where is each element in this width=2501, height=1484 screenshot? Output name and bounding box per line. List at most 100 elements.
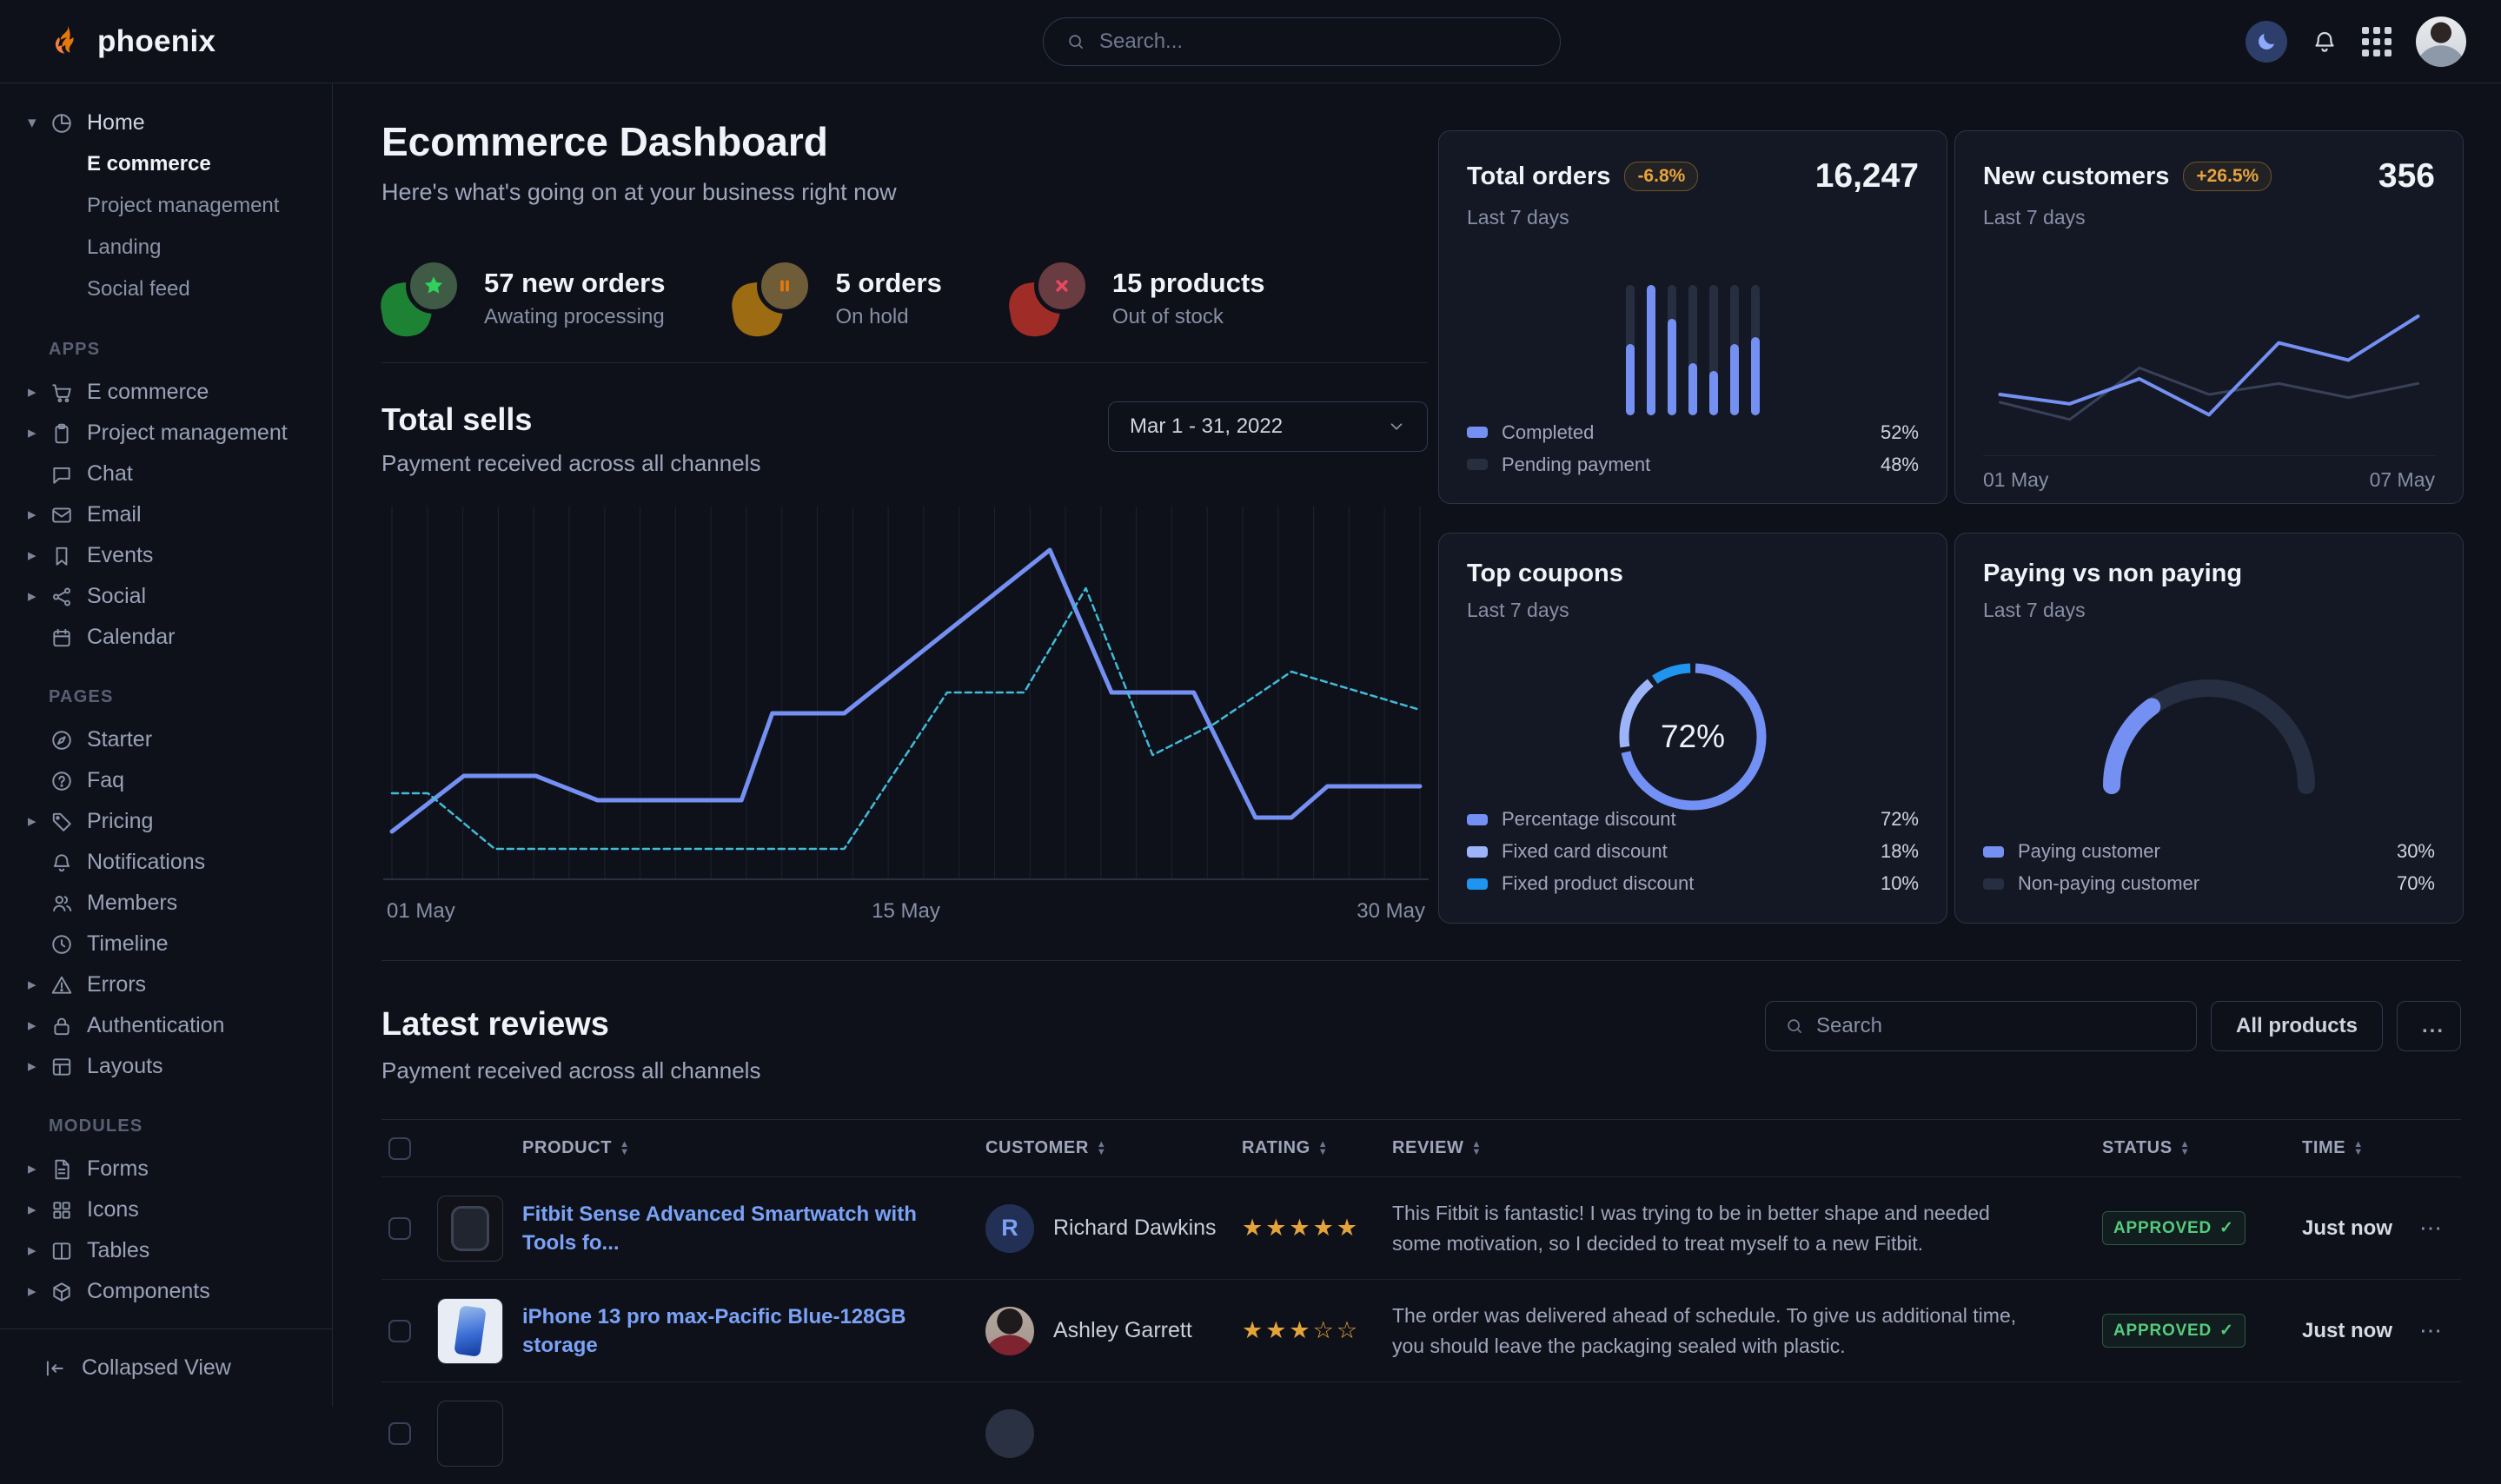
customer-cell: Ashley Garrett <box>985 1307 1242 1355</box>
product-thumbnail[interactable] <box>437 1401 503 1467</box>
sidebar-item-starter[interactable]: Starter <box>0 719 332 760</box>
legend-row: Fixed card discount 18% <box>1467 836 1919 868</box>
sidebar-item-pricing[interactable]: ▸ Pricing <box>0 801 332 842</box>
stat-orders-on-hold: 5 orders On hold <box>733 258 941 338</box>
sidebar-item-tables[interactable]: ▸ Tables <box>0 1230 332 1271</box>
delta-badge: +26.5% <box>2183 162 2272 191</box>
legend-label: Percentage discount <box>1502 808 1676 831</box>
brand-logo[interactable]: phoenix <box>47 0 216 83</box>
reviews-search[interactable] <box>1765 1001 2197 1051</box>
product-link[interactable]: Fitbit Sense Advanced Smartwatch with To… <box>522 1200 985 1257</box>
sidebar-subitem-social-feed[interactable]: Social feed <box>0 268 332 310</box>
sidebar-item-authentication[interactable]: ▸ Authentication <box>0 1005 332 1046</box>
sidebar-item-home[interactable]: ▾ Home <box>0 103 332 143</box>
chevron-down-icon <box>1387 417 1406 436</box>
chat-bubble-icon <box>50 463 87 486</box>
donut-center-value: 72% <box>1601 645 1785 829</box>
sidebar-item-faq[interactable]: Faq <box>0 760 332 801</box>
brand-name: phoenix <box>97 24 216 59</box>
column-header-status[interactable]: STATUS▲▼ <box>2102 1138 2302 1158</box>
review-text: This Fitbit is fantastic! I was trying t… <box>1392 1198 2102 1259</box>
sidebar-subitem-project-management[interactable]: Project management <box>0 185 332 227</box>
dark-mode-toggle[interactable] <box>2246 21 2287 63</box>
legend-label: Paying customer <box>2018 840 2160 863</box>
product-thumbnail[interactable] <box>437 1196 503 1262</box>
global-search[interactable] <box>1043 17 1561 66</box>
sidebar-item-icons[interactable]: ▸ Icons <box>0 1189 332 1230</box>
legend-row: Pending payment 48% <box>1467 448 1919 480</box>
sidebar-item-components[interactable]: ▸ Components <box>0 1271 332 1312</box>
sidebar-item-errors[interactable]: ▸ Errors <box>0 964 332 1005</box>
legend-label: Completed <box>1502 421 1594 444</box>
grid-dot <box>2362 50 2369 56</box>
legend-label: Pending payment <box>1502 454 1650 476</box>
coupons-donut-chart: 72% <box>1601 645 1785 829</box>
column-header-customer[interactable]: CUSTOMER▲▼ <box>985 1138 1242 1158</box>
more-options-button[interactable]: ... <box>2397 1001 2461 1051</box>
row-menu-icon[interactable]: ⋯ <box>2419 1317 2444 1344</box>
paying-vs-nonpaying-card: Paying vs non paying Last 7 days Paying … <box>1954 533 2464 924</box>
stat-out-of-stock: 15 products Out of stock <box>1010 258 1265 338</box>
card-title: Paying vs non paying <box>1983 560 2242 588</box>
sidebar-item-calendar[interactable]: Calendar <box>0 617 332 658</box>
reviews-search-input[interactable] <box>1816 1014 2177 1038</box>
sidebar-item-project-management-app[interactable]: ▸ Project management <box>0 413 332 454</box>
table-row: Fitbit Sense Advanced Smartwatch with To… <box>381 1176 2461 1279</box>
sidebar-item-label: Errors <box>87 972 146 997</box>
product-thumbnail[interactable] <box>437 1298 503 1364</box>
row-checkbox[interactable] <box>388 1217 411 1240</box>
sidebar-item-forms[interactable]: ▸ Forms <box>0 1149 332 1189</box>
product-link[interactable]: iPhone 13 pro max-Pacific Blue-128GB sto… <box>522 1302 985 1360</box>
legend-swatch <box>1467 459 1488 470</box>
table-columns-icon <box>50 1240 87 1262</box>
navbar-actions <box>2246 0 2466 83</box>
notifications-button[interactable] <box>2312 29 2338 55</box>
stat-value: 15 products <box>1112 268 1265 299</box>
all-products-button[interactable]: All products <box>2211 1001 2383 1051</box>
table-row-partial <box>381 1381 2461 1484</box>
legend-label: Fixed card discount <box>1502 840 1668 863</box>
row-checkbox[interactable] <box>388 1320 411 1342</box>
select-all-checkbox[interactable] <box>388 1137 411 1160</box>
sidebar-item-label: Members <box>87 891 177 916</box>
sidebar-item-timeline[interactable]: Timeline <box>0 924 332 964</box>
sidebar-subitem-landing[interactable]: Landing <box>0 227 332 268</box>
column-header-rating[interactable]: RATING▲▼ <box>1242 1138 1392 1158</box>
dashboard-cards: Total orders -6.8% 16,247 Last 7 days Co… <box>1438 130 2464 924</box>
sidebar-item-label: Home <box>87 110 145 136</box>
collapse-sidebar-button[interactable]: Collapsed View <box>0 1328 332 1407</box>
total-sells-subtitle: Payment received across all channels <box>381 450 760 477</box>
pause-icon <box>757 258 813 314</box>
sidebar-item-notifications[interactable]: Notifications <box>0 842 332 883</box>
customer-avatar[interactable] <box>985 1409 1034 1458</box>
sidebar-item-chat[interactable]: Chat <box>0 454 332 494</box>
row-menu-icon[interactable]: ⋯ <box>2419 1215 2444 1242</box>
customer-avatar[interactable] <box>985 1307 1034 1355</box>
sidebar-item-label: Authentication <box>87 1013 224 1038</box>
column-header-product[interactable]: PRODUCT▲▼ <box>522 1138 985 1158</box>
column-header-time[interactable]: TIME▲▼ <box>2302 1138 2419 1158</box>
top-navbar: phoenix <box>0 0 2501 83</box>
date-range-select[interactable]: Mar 1 - 31, 2022 <box>1108 401 1428 452</box>
total-sells-title: Total sells <box>381 401 760 438</box>
column-header-review[interactable]: REVIEW▲▼ <box>1392 1138 2102 1158</box>
customer-name: Richard Dawkins <box>1053 1216 1217 1241</box>
sidebar-item-ecommerce-app[interactable]: ▸ E commerce <box>0 372 332 413</box>
sidebar-item-members[interactable]: Members <box>0 883 332 924</box>
caret-right-icon: ▸ <box>28 423 50 443</box>
user-avatar[interactable] <box>2416 17 2466 67</box>
legend-label: Non-paying customer <box>2018 872 2199 895</box>
bell-icon <box>2312 29 2338 55</box>
sidebar-item-email[interactable]: ▸ Email <box>0 494 332 535</box>
sidebar-item-events[interactable]: ▸ Events <box>0 535 332 576</box>
customer-avatar[interactable]: R <box>985 1204 1034 1253</box>
order-bar <box>1626 285 1635 415</box>
sidebar-item-layouts[interactable]: ▸ Layouts <box>0 1046 332 1087</box>
sidebar-item-social[interactable]: ▸ Social <box>0 576 332 617</box>
x-tick: 07 May <box>2370 468 2435 492</box>
apps-grid-button[interactable] <box>2362 27 2392 56</box>
sidebar-subitem-ecommerce[interactable]: E commerce <box>0 143 332 185</box>
row-checkbox[interactable] <box>388 1422 411 1445</box>
global-search-input[interactable] <box>1099 30 1537 54</box>
sidebar-item-label: Faq <box>87 768 124 793</box>
